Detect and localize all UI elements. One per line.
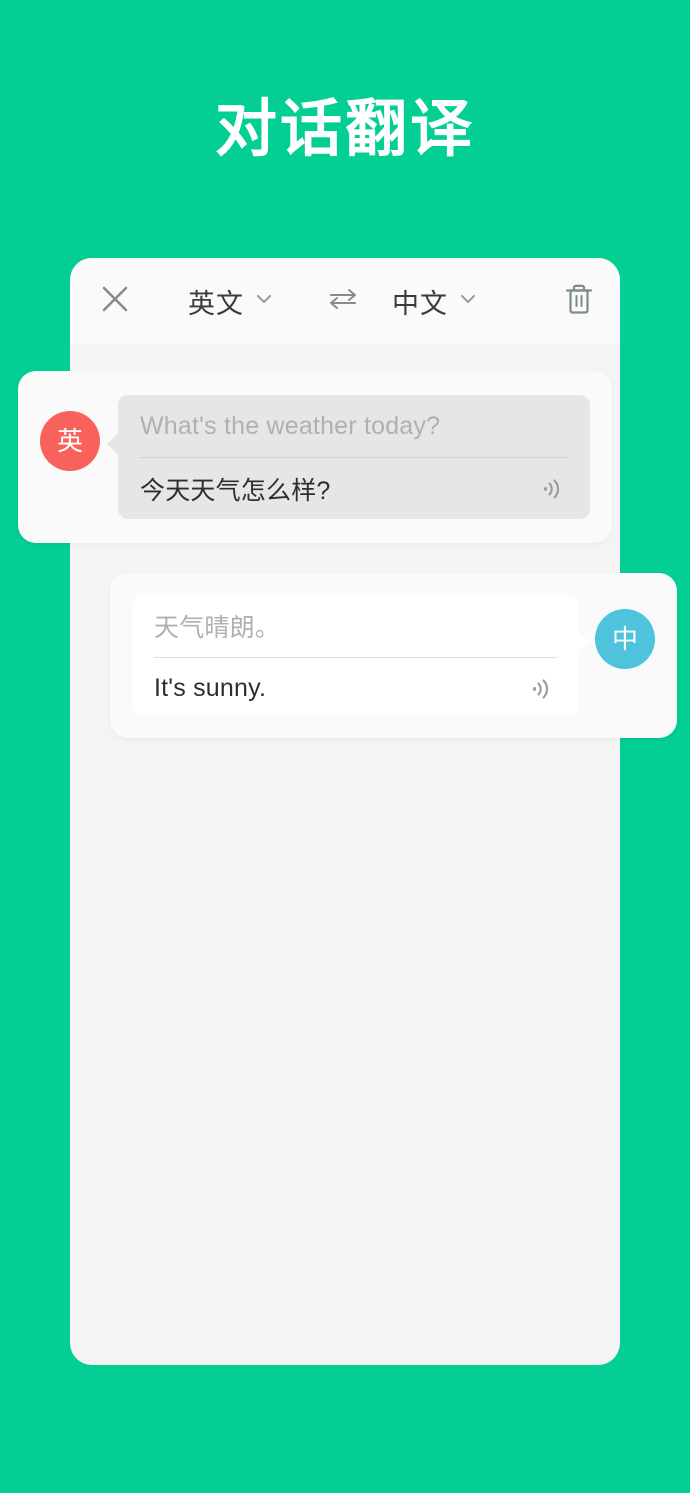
speaker-icon[interactable] [534, 472, 568, 506]
swap-languages-button[interactable] [320, 278, 366, 324]
toolbar: 英文 中文 [70, 258, 620, 344]
message-translation-row: It's sunny. [154, 658, 557, 719]
close-button[interactable] [92, 278, 138, 324]
clear-history-button[interactable] [556, 278, 602, 324]
message-bubble[interactable]: What's the weather today? 今天天气怎么样? [107, 395, 590, 519]
message-original-text: 天气晴朗。 [154, 614, 281, 642]
message-translated-text: It's sunny. [154, 674, 267, 702]
message-original-text: What's the weather today? [140, 411, 441, 440]
message-bubble[interactable]: 天气晴朗。 It's sunny. [132, 595, 590, 719]
avatar[interactable]: 中 [595, 609, 655, 669]
message-translation-row: 今天天气怎么样? [140, 458, 568, 519]
source-language-selector[interactable]: 英文 [188, 278, 272, 324]
message-translated-text: 今天天气怎么样? [140, 476, 331, 505]
source-language-label: 英文 [188, 288, 244, 319]
speaker-icon[interactable] [523, 672, 557, 706]
chevron-down-icon [460, 292, 476, 310]
trash-icon [563, 282, 595, 321]
chevron-down-icon [256, 292, 272, 310]
message-row: 英 What's the weather today? 今天天气怎么样? [18, 371, 612, 543]
avatar[interactable]: 英 [40, 411, 100, 471]
swap-horizontal-icon [327, 286, 359, 317]
target-language-selector[interactable]: 中文 [392, 278, 476, 324]
target-language-label: 中文 [392, 288, 448, 319]
message-row: 天气晴朗。 It's sunny. 中 [110, 573, 677, 738]
page-title: 对话翻译 [214, 95, 475, 164]
close-icon [99, 283, 131, 320]
